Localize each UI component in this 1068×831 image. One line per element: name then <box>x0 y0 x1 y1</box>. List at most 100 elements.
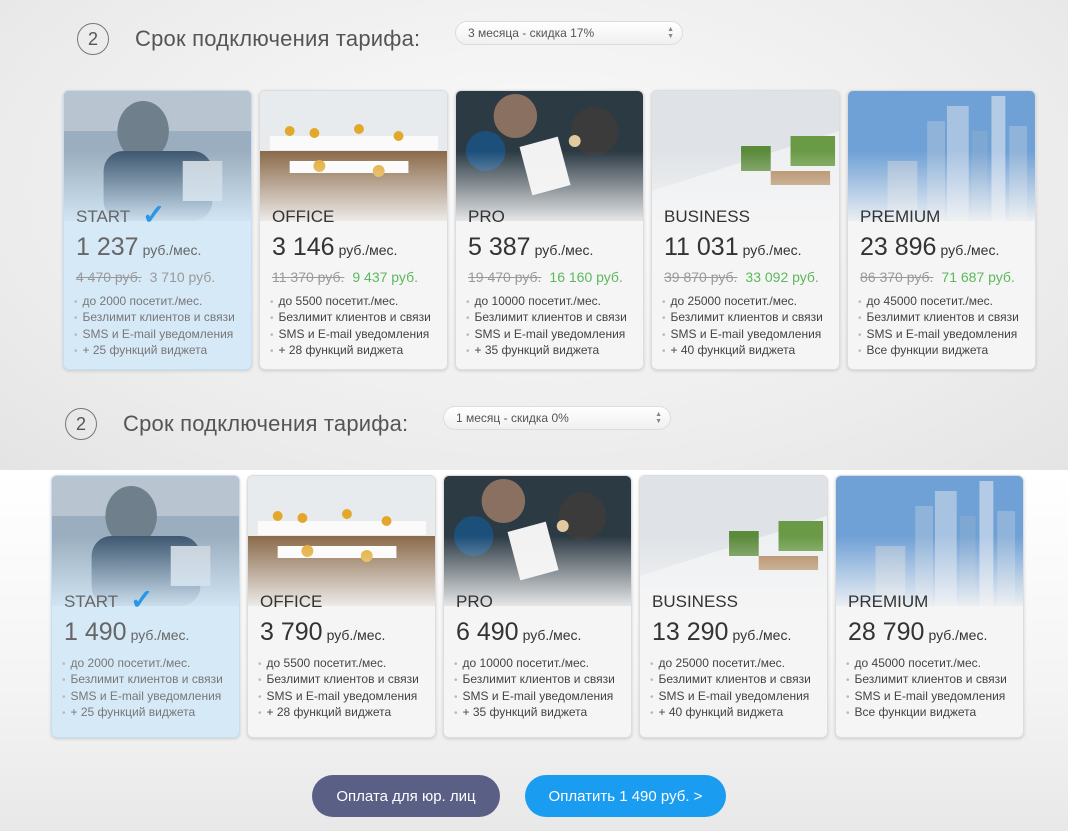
step-header: 2 Срок подключения тарифа: <box>77 23 420 55</box>
plan-price: 3 790 руб./мес. <box>260 618 385 647</box>
plan-name: START <box>76 207 131 226</box>
feature-item: SMS и E-mail уведомления <box>270 327 431 343</box>
checkmark-icon: ✓ <box>130 584 154 615</box>
feature-item: до 10000 посетит./мес. <box>466 294 627 310</box>
pay-button[interactable]: Оплатить 1 490 руб. > <box>525 775 726 817</box>
old-price: 86 370 руб. <box>860 269 934 285</box>
plan-card-premium[interactable]: PREMIUM 28 790руб./мес. до 45000 посетит./… <box>835 475 1024 738</box>
select-arrows-icon: ▲ ▼ <box>655 411 662 425</box>
feature-item: до 2000 посетит./мес. <box>62 656 223 672</box>
period-total: 86 370 руб. 71 687 руб. <box>860 269 1015 285</box>
step-number: 2 <box>65 408 97 440</box>
old-price: 4 470 руб. <box>76 269 142 285</box>
plan-name: START <box>64 592 119 611</box>
feature-item: SMS и E-mail уведомления <box>454 689 615 705</box>
plan-card-premium[interactable]: PREMIUM 23 896 руб./мес. 86 370 руб. 71 687 … <box>847 90 1036 370</box>
legal-entity-payment-button[interactable]: Оплата для юр. лиц <box>312 775 500 817</box>
price-unit: руб./мес. <box>130 627 190 643</box>
price-value: 1 237 <box>76 233 139 261</box>
price-unit: руб./мес. <box>338 242 398 258</box>
price-value: 3 790 <box>260 618 323 646</box>
period-select[interactable]: 3 месяца - скидка 17% ▲ ▼ <box>455 21 683 45</box>
feature-item: SMS и E-mail уведомления <box>74 327 235 343</box>
old-price: 39 870 руб. <box>664 269 738 285</box>
plan-cards: START✓1 490руб./мес.до 2000 посетит./мес… <box>51 475 1024 738</box>
feature-list: до 2000 посетит./мес.Безлимит клиентов и… <box>62 656 223 722</box>
feature-item: Все функции виджета <box>846 705 1007 721</box>
feature-item: SMS и E-mail уведомления <box>650 689 811 705</box>
step-title: Срок подключения тарифа: <box>123 411 409 436</box>
plan-card-office[interactable]: OFFICE 3 146 руб./мес. 11 370 руб. 9 437 руб… <box>259 90 448 370</box>
discounted-price: 33 092 руб. <box>745 269 819 285</box>
feature-item: SMS и E-mail уведомления <box>62 689 223 705</box>
plan-name: PRO <box>468 207 505 226</box>
plan-name: OFFICE <box>272 207 335 226</box>
plan-card-business[interactable]: BUSINESS 11 031 руб./мес. 39 870 руб. 33 092… <box>651 90 840 370</box>
discounted-price: 9 437 руб. <box>352 269 418 285</box>
feature-item: + 25 функций виджета <box>74 343 235 359</box>
period-total: 19 470 руб. 16 160 руб. <box>468 269 623 285</box>
feature-list: до 10000 посетит./мес.Безлимит клиентов … <box>466 294 627 360</box>
feature-item: Безлимит клиентов и связи <box>270 310 431 326</box>
feature-item: до 5500 посетит./мес. <box>270 294 431 310</box>
price-unit: руб./мес. <box>534 242 594 258</box>
feature-item: SMS и E-mail уведомления <box>258 689 419 705</box>
feature-list: до 25000 посетит./мес.Безлимит клиентов … <box>650 656 811 722</box>
feature-item: SMS и E-mail уведомления <box>846 689 1007 705</box>
feature-item: до 5500 посетит./мес. <box>258 656 419 672</box>
feature-item: до 45000 посетит./мес. <box>858 294 1019 310</box>
plan-price: 6 490 руб./мес. <box>456 618 581 647</box>
period-total: 11 370 руб. 9 437 руб. <box>272 269 418 285</box>
feature-item: Безлимит клиентов и связи <box>454 672 615 688</box>
plan-name: BUSINESS <box>664 207 750 226</box>
feature-item: до 25000 посетит./мес. <box>662 294 823 310</box>
plan-card-pro[interactable]: PRO 5 387руб./мес. 19 470 руб. 16 160 руб. д… <box>455 90 644 370</box>
old-price: 11 370 руб. <box>272 269 345 285</box>
plan-cards: START ✓ 1 237 руб./мес. 4 470 руб. 3 710 руб.… <box>63 90 1036 370</box>
feature-list: до 25000 посетит./мес.Безлимит клиентов … <box>662 294 823 360</box>
discounted-price: 16 160 руб. <box>549 269 623 285</box>
plan-card-start[interactable]: START ✓1 490руб./мес. до 2000 посетит./мес… <box>51 475 240 738</box>
old-price: 19 470 руб. <box>468 269 542 285</box>
feature-item: + 35 функций виджета <box>454 705 615 721</box>
feature-item: SMS и E-mail уведомления <box>466 327 627 343</box>
price-unit: руб./мес. <box>142 242 202 258</box>
feature-item: + 35 функций виджета <box>466 343 627 359</box>
feature-list: до 45000 посетит./мес.Безлимит клиентов … <box>846 656 1007 722</box>
plan-name: BUSINESS <box>652 592 738 611</box>
plan-price: 5 387 руб./мес. <box>468 233 593 262</box>
plan-card-pro[interactable]: PRO 6 490руб./мес. до 10000 посетит./мес.Б… <box>443 475 632 738</box>
feature-item: + 40 функций виджета <box>662 343 823 359</box>
feature-list: до 10000 посетит./мес.Безлимит клиентов … <box>454 656 615 722</box>
price-value: 1 490 <box>64 618 127 646</box>
feature-item: Безлимит клиентов и связи <box>846 672 1007 688</box>
price-value: 6 490 <box>456 618 519 646</box>
period-total: 39 870 руб. 33 092 руб. <box>664 269 819 285</box>
plan-name: PREMIUM <box>860 207 941 226</box>
plan-price: 11 031 руб./мес. <box>664 233 802 262</box>
checkmark-icon: ✓ <box>142 199 166 230</box>
plan-card-start[interactable]: START ✓ 1 237 руб./мес. 4 470 руб. 3 710 руб.… <box>63 90 252 370</box>
feature-item: до 10000 посетит./мес. <box>454 656 615 672</box>
price-value: 11 031 <box>664 233 739 261</box>
plan-card-business[interactable]: BUSINESS 13 290руб./мес. до 25000 посетит.… <box>639 475 828 738</box>
plan-price: 13 290 руб./мес. <box>652 618 791 647</box>
feature-item: до 25000 посетит./мес. <box>650 656 811 672</box>
discounted-price: 71 687 руб. <box>941 269 1015 285</box>
plan-price: 28 790 руб./мес. <box>848 618 987 647</box>
feature-item: + 28 функций виджета <box>270 343 431 359</box>
plan-card-office[interactable]: OFFICE 3 790руб./мес. до 5500 посетит./мес… <box>247 475 436 738</box>
price-unit: руб./мес. <box>522 627 582 643</box>
price-value: 13 290 <box>652 618 729 646</box>
plan-name: PREMIUM <box>848 592 929 611</box>
step-title: Срок подключения тарифа: <box>135 26 421 51</box>
step-header: 2 Срок подключения тарифа: <box>65 408 408 440</box>
price-value: 28 790 <box>848 618 925 646</box>
feature-list: до 45000 посетит./мес.Безлимит клиентов … <box>858 294 1019 360</box>
feature-item: Безлимит клиентов и связи <box>74 310 235 326</box>
feature-list: до 2000 посетит./мес.Безлимит клиентов и… <box>74 294 235 360</box>
price-value: 5 387 <box>468 233 531 261</box>
price-unit: руб./мес. <box>940 242 1000 258</box>
period-select[interactable]: 1 месяц - скидка 0% ▲ ▼ <box>443 406 671 430</box>
price-unit: руб./мес. <box>928 627 988 643</box>
